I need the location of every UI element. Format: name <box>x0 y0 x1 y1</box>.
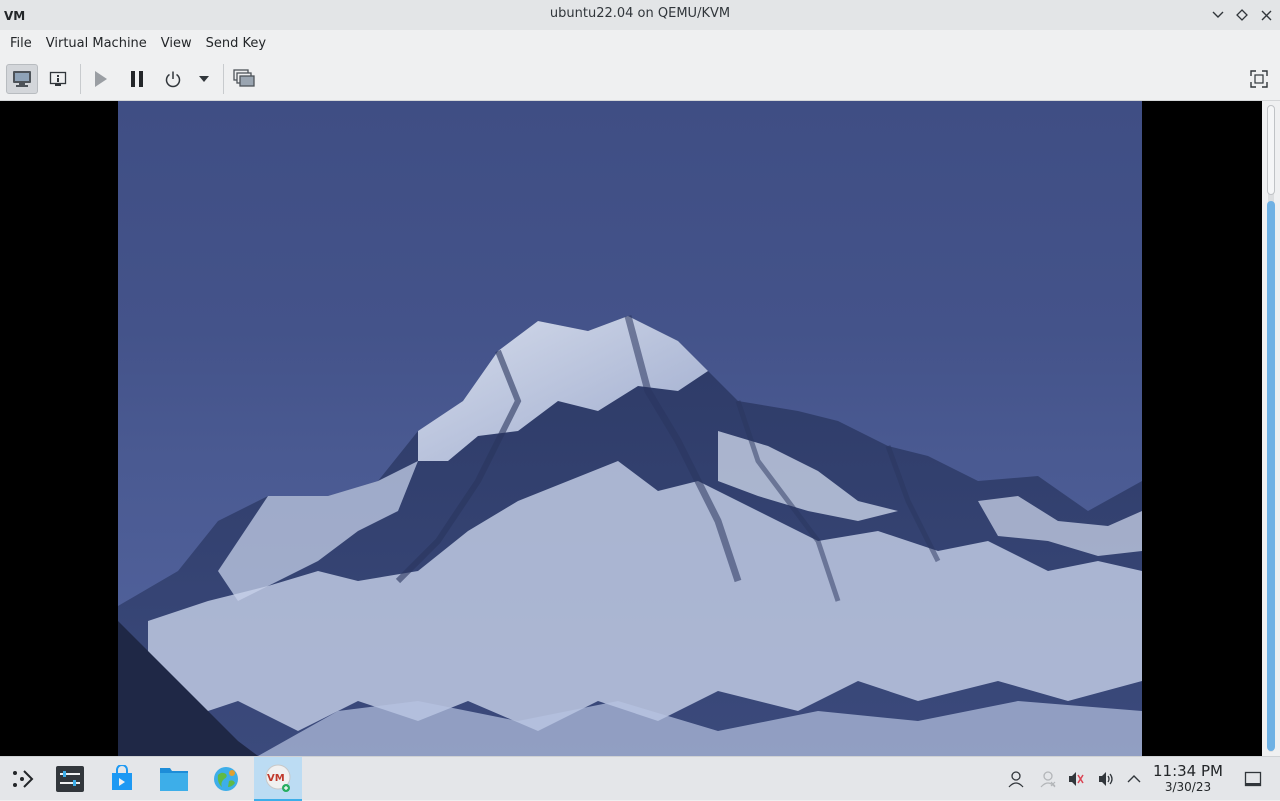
snapshots-icon <box>233 69 255 87</box>
volume-icon <box>1099 772 1113 786</box>
vm-console-display[interactable] <box>0 101 1262 756</box>
pause-button[interactable] <box>121 64 153 94</box>
pause-icon <box>131 71 143 87</box>
window-title: ubuntu22.04 on QEMU/KVM <box>549 6 731 21</box>
tray-expand-button[interactable] <box>1124 769 1144 789</box>
menu-virtual-machine[interactable]: Virtual Machine <box>39 30 154 58</box>
power-button[interactable] <box>157 64 189 94</box>
run-icon <box>95 71 107 87</box>
digital-clock[interactable]: 11:34 PM 3/30/23 <box>1148 763 1228 795</box>
run-button[interactable] <box>84 64 116 94</box>
discover-store-icon <box>112 765 132 790</box>
taskbar-file-manager[interactable] <box>152 757 196 801</box>
toolbar-separator <box>223 64 224 94</box>
scrollbar-top-segment <box>1267 105 1275 195</box>
clock-date: 3/30/23 <box>1164 780 1212 794</box>
menu-view[interactable]: View <box>154 30 199 58</box>
toolbar-separator <box>80 64 81 94</box>
scrollbar-thumb[interactable] <box>1267 201 1275 751</box>
diamond-icon <box>1236 9 1248 21</box>
app-launcher-icon <box>13 770 34 788</box>
title-bar: VM ubuntu22.04 on QEMU/KVM <box>0 0 1280 30</box>
mountain-wallpaper-image <box>118 315 1142 756</box>
user-icon <box>1008 771 1024 788</box>
file-manager-icon <box>160 768 188 791</box>
minimize-button[interactable] <box>1208 4 1228 26</box>
toolbar <box>0 58 1280 101</box>
power-icon <box>165 71 181 88</box>
fullscreen-icon <box>1250 70 1268 88</box>
details-view-button[interactable] <box>42 64 74 94</box>
menu-bar: File Virtual Machine View Send Key <box>0 30 1280 58</box>
clock-time: 11:34 PM <box>1153 762 1223 780</box>
menu-send-key[interactable]: Send Key <box>199 30 273 58</box>
chevron-down-icon <box>1212 11 1224 18</box>
chevron-up-icon <box>1127 775 1141 783</box>
chevron-down-icon <box>199 76 209 82</box>
close-icon <box>1261 10 1271 20</box>
app-launcher-button[interactable] <box>0 757 44 801</box>
console-view-button[interactable] <box>6 64 38 94</box>
fullscreen-button[interactable] <box>1243 64 1275 94</box>
taskbar-system-settings[interactable] <box>48 757 92 801</box>
muted-mic-icon <box>1069 772 1084 786</box>
details-icon <box>49 71 67 86</box>
virt-manager-icon: VM <box>265 764 291 792</box>
taskbar-discover[interactable] <box>100 757 144 801</box>
network-button[interactable] <box>1038 769 1058 789</box>
maximize-button[interactable] <box>1232 4 1252 26</box>
svg-text:VM: VM <box>267 773 285 784</box>
taskbar-web-browser[interactable] <box>204 757 248 801</box>
window-controls <box>1208 4 1276 26</box>
snapshots-button[interactable] <box>228 64 260 94</box>
volume-button[interactable] <box>1096 769 1116 789</box>
taskbar: VM 11:34 PM 3/30/23 <box>0 756 1280 801</box>
close-button[interactable] <box>1256 4 1276 26</box>
power-menu-dropdown[interactable] <box>189 64 219 94</box>
show-desktop-button[interactable] <box>1243 769 1263 789</box>
web-browser-icon <box>214 767 238 791</box>
network-icon <box>1040 771 1056 788</box>
user-switcher-button[interactable] <box>1006 769 1026 789</box>
microphone-button[interactable] <box>1066 769 1086 789</box>
show-desktop-icon <box>1244 771 1262 787</box>
menu-file[interactable]: File <box>3 30 39 58</box>
vertical-scrollbar[interactable] <box>1262 101 1280 756</box>
taskbar-virt-manager[interactable]: VM <box>254 757 302 801</box>
guest-desktop-wallpaper[interactable] <box>118 101 1142 756</box>
system-settings-icon <box>56 766 84 792</box>
console-icon <box>13 71 31 87</box>
